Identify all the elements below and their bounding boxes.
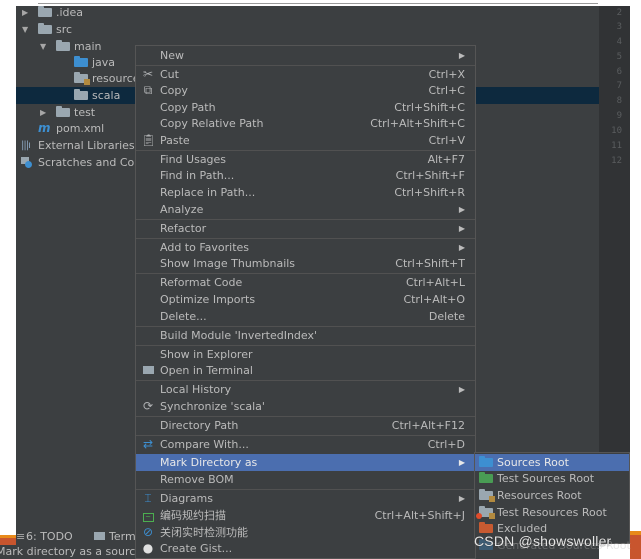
test-resources-folder-icon: [476, 506, 495, 519]
folder-icon: [56, 106, 70, 117]
menu-item-show-in-explorer[interactable]: Show in Explorer: [136, 346, 475, 363]
expand-arrow-icon[interactable]: ▶: [40, 104, 46, 121]
menu-item-reformat-code[interactable]: Reformat Code Ctrl+Alt+L: [136, 274, 475, 291]
menu-item-cut[interactable]: ✂ Cut Ctrl+X: [136, 66, 475, 83]
line-number: 7: [616, 81, 622, 91]
menu-item-local-history[interactable]: Local History ▶: [136, 381, 475, 398]
sync-icon: ⟳: [142, 399, 154, 413]
submenu-arrow-icon: ▶: [458, 458, 465, 467]
scissors-icon: ✂: [142, 67, 154, 81]
menu-item-add-to-favorites[interactable]: Add to Favorites ▶: [136, 239, 475, 256]
menu-item-analyze[interactable]: Analyze ▶: [136, 201, 475, 218]
collapse-arrow-icon[interactable]: ▼: [40, 38, 46, 55]
compare-icon: ⇄: [142, 437, 154, 451]
menu-item-disable-realtime-check[interactable]: ⊘ 关闭实时检测功能: [136, 524, 475, 541]
menu-item-find-usages[interactable]: Find Usages Alt+F7: [136, 151, 475, 168]
status-text: Mark directory as a source root: [0, 545, 136, 558]
menu-item-remove-bom[interactable]: Remove BOM: [136, 471, 475, 488]
collapse-arrow-icon[interactable]: ▼: [22, 21, 28, 38]
terminal-icon: [141, 364, 155, 377]
orange-strip: [630, 535, 641, 559]
submenu-arrow-icon: ▶: [458, 224, 465, 233]
folder-icon: [56, 40, 70, 51]
line-number: 8: [616, 96, 622, 106]
copy-icon: ⧉: [143, 83, 153, 97]
menu-item-copy-relative-path[interactable]: Copy Relative Path Ctrl+Alt+Shift+C: [136, 115, 475, 132]
menu-item-delete[interactable]: Delete... Delete: [136, 308, 475, 325]
submenu-arrow-icon: ▶: [458, 205, 465, 214]
menu-item-show-image-thumbnails[interactable]: Show Image Thumbnails Ctrl+Shift+T: [136, 255, 475, 272]
bottom-toolbar: ≡ 6: TODO Terminal: [16, 528, 156, 545]
submenu-arrow-icon: ▶: [458, 243, 465, 252]
line-number: 2: [616, 8, 622, 18]
menu-item-copy-path[interactable]: Copy Path Ctrl+Shift+C: [136, 99, 475, 116]
line-number: 5: [616, 52, 622, 62]
menu-item-directory-path[interactable]: Directory Path Ctrl+Alt+F12: [136, 417, 475, 434]
line-number: 6: [616, 67, 622, 77]
status-bar: Mark directory as a source root: [0, 545, 136, 559]
submenu-item-test-sources-root[interactable]: Test Sources Root: [475, 470, 629, 487]
menu-item-build-module[interactable]: Build Module 'InvertedIndex': [136, 327, 475, 344]
menu-item-optimize-imports[interactable]: Optimize Imports Ctrl+Alt+O: [136, 291, 475, 308]
submenu-item-resources-root[interactable]: Resources Root: [475, 487, 629, 504]
menu-item-paste[interactable]: 📋︎ Paste Ctrl+V: [136, 132, 475, 149]
line-number: 3: [616, 22, 622, 32]
editor-gutter: 2 3 4 5 6 7 8 9 10 11 12: [599, 6, 630, 526]
resources-folder-icon: [479, 489, 495, 502]
tree-item-idea[interactable]: ▶ .idea: [16, 4, 599, 21]
tree-item-src[interactable]: ▼ src: [16, 21, 599, 38]
menu-item-diagrams[interactable]: ⌶ Diagrams ▶: [136, 490, 475, 507]
menu-item-open-in-terminal[interactable]: Open in Terminal: [136, 362, 475, 379]
folder-icon: [74, 89, 88, 100]
menu-item-create-gist[interactable]: ● Create Gist...: [136, 540, 475, 557]
watermark: CSDN @showswoller: [474, 533, 612, 549]
github-icon: ●: [142, 541, 154, 555]
submenu-item-sources-root[interactable]: Sources Root: [475, 454, 629, 471]
menu-item-mark-directory-as[interactable]: Mark Directory as ▶: [136, 454, 475, 471]
folder-icon: [38, 6, 52, 17]
menu-item-code-scan[interactable]: ~ 编码规约扫描 Ctrl+Alt+Shift+J: [136, 507, 475, 524]
todo-tab[interactable]: 6: TODO: [26, 528, 73, 545]
expand-arrow-icon[interactable]: ▶: [22, 4, 28, 21]
maven-icon: m: [38, 121, 51, 135]
submenu-item-test-resources-root[interactable]: Test Resources Root: [475, 504, 629, 521]
source-folder-icon: [74, 56, 88, 67]
libraries-icon: |||ı: [21, 140, 31, 151]
menu-item-new[interactable]: New ▶: [136, 47, 475, 64]
folder-icon: [38, 23, 52, 34]
menu-item-replace-in-path[interactable]: Replace in Path... Ctrl+Shift+R: [136, 184, 475, 201]
source-folder-icon: [479, 456, 493, 467]
resources-folder-icon: [74, 72, 90, 85]
menu-item-copy[interactable]: ⧉ Copy Ctrl+C: [136, 82, 475, 99]
line-number: 11: [611, 141, 622, 151]
menu-item-synchronize[interactable]: ⟳ Synchronize 'scala': [136, 398, 475, 415]
todo-icon: ≡: [16, 530, 26, 543]
scratches-icon: [21, 157, 32, 168]
submenu-arrow-icon: ▶: [458, 494, 465, 503]
line-number: 4: [616, 37, 622, 47]
code-scan-icon: ~: [141, 509, 155, 522]
line-number: 9: [616, 111, 622, 121]
menu-item-compare-with[interactable]: ⇄ Compare With... Ctrl+D: [136, 436, 475, 453]
line-number: 10: [611, 126, 622, 136]
menu-item-find-in-path[interactable]: Find in Path... Ctrl+Shift+F: [136, 167, 475, 184]
submenu-arrow-icon: ▶: [458, 385, 465, 394]
disable-icon: ⊘: [142, 525, 154, 539]
diagram-icon: ⌶: [144, 491, 152, 505]
line-number: 12: [611, 156, 622, 166]
clipboard-icon: 📋︎: [141, 133, 157, 147]
menu-item-refactor[interactable]: Refactor ▶: [136, 220, 475, 237]
context-menu: New ▶ ✂ Cut Ctrl+X ⧉ Copy Ctrl+C Copy Pa…: [135, 45, 476, 559]
submenu-arrow-icon: ▶: [458, 51, 465, 60]
excluded-folder-icon: [479, 522, 493, 533]
mark-directory-submenu: Sources Root Test Sources Root Resources…: [474, 452, 631, 552]
test-folder-icon: [479, 472, 493, 483]
terminal-icon: [94, 532, 105, 540]
